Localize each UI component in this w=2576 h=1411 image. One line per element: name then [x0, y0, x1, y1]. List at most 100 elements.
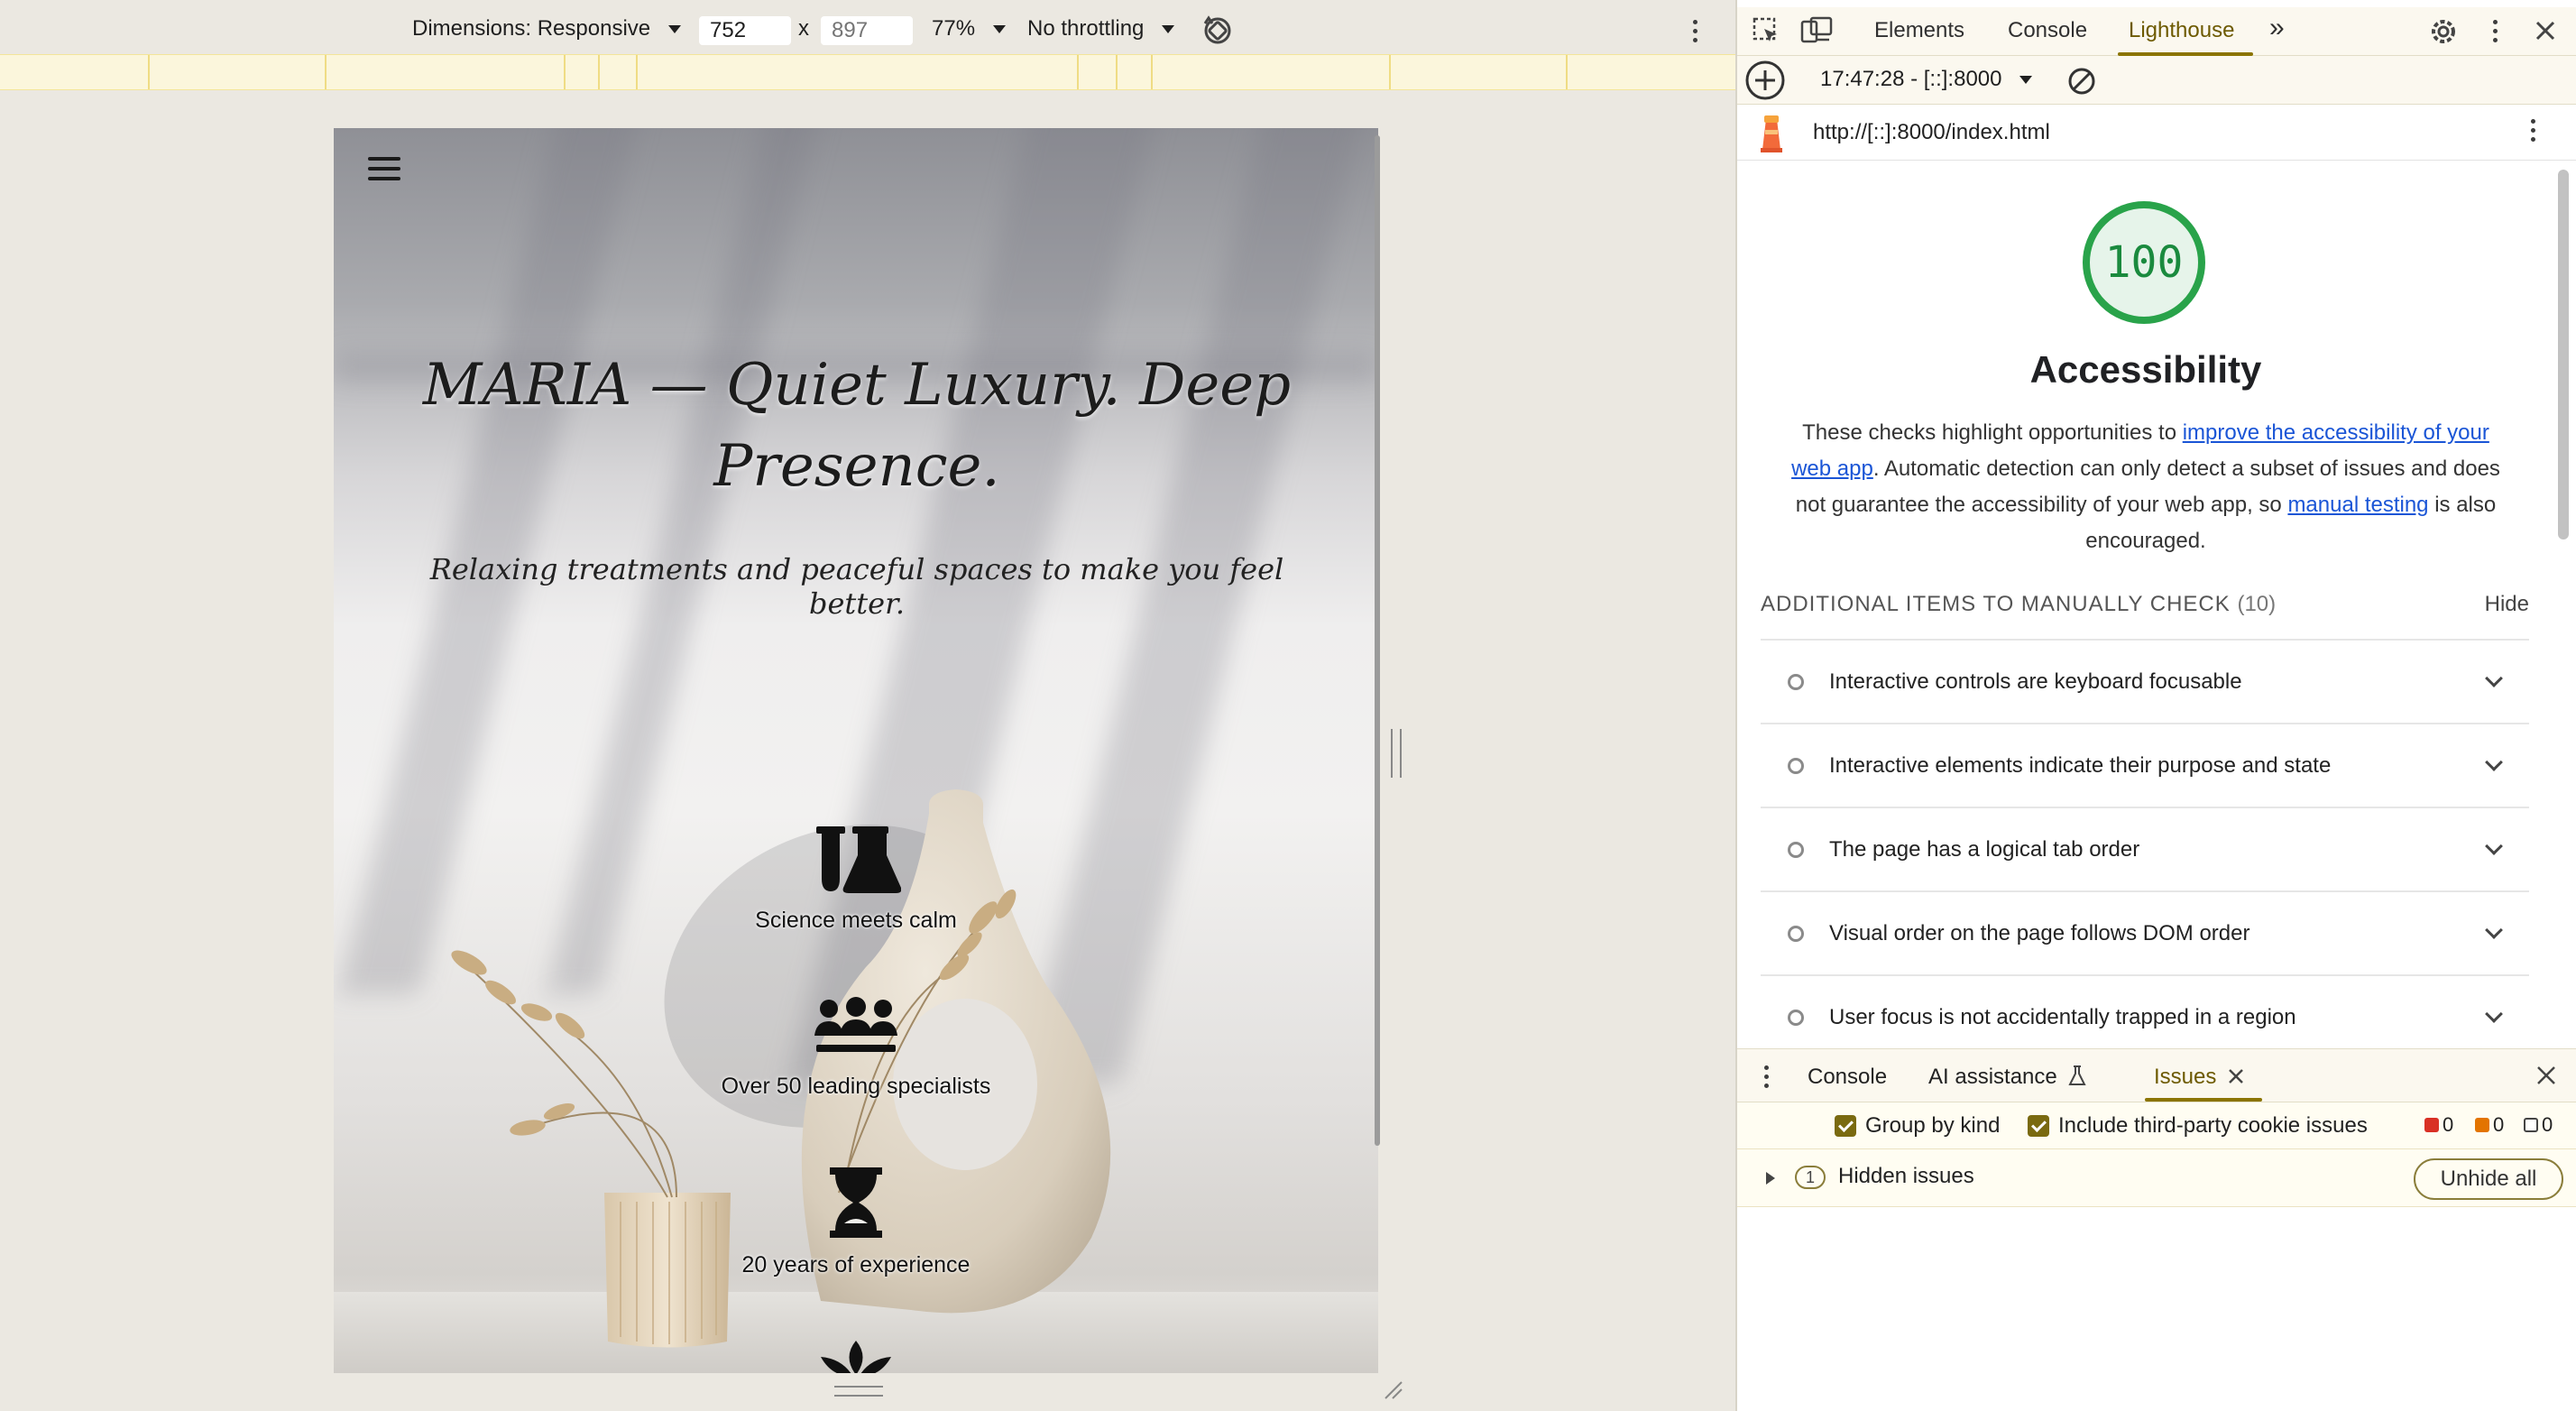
- third-party-label: Include third-party cookie issues: [2058, 1113, 2368, 1138]
- status-circle-icon: [1788, 757, 1804, 774]
- manual-heading-text: ADDITIONAL ITEMS TO MANUALLY CHECK: [1761, 592, 2231, 616]
- score-value: 100: [2104, 237, 2184, 288]
- throttling-dropdown[interactable]: No throttling: [1027, 16, 1175, 42]
- chevron-down-icon: [2485, 836, 2503, 855]
- chevron-down-icon: [2485, 752, 2503, 771]
- new-report-icon[interactable]: [1744, 60, 1786, 106]
- report-selector-dropdown[interactable]: 17:47:28 - [::]:8000: [1820, 67, 2033, 92]
- resize-handle-corner[interactable]: [1382, 1379, 1403, 1400]
- close-drawer-icon[interactable]: [2536, 1065, 2556, 1090]
- page-scrollbar[interactable]: [1375, 135, 1380, 1146]
- unhide-all-button[interactable]: Unhide all: [2414, 1158, 2563, 1200]
- drawer-more-icon[interactable]: [1764, 1065, 1770, 1088]
- chevron-down-icon: [668, 24, 682, 33]
- audit-title: Interactive controls are keyboard focusa…: [1829, 669, 2242, 694]
- report-scrollbar[interactable]: [2558, 170, 2569, 540]
- category-description: These checks highlight opportunities to …: [1782, 415, 2509, 559]
- media-query-ruler: [0, 54, 1735, 90]
- more-tabs-icon[interactable]: »: [2269, 13, 2285, 43]
- width-input[interactable]: [699, 16, 791, 45]
- audit-title: User focus is not accidentally trapped i…: [1829, 1004, 2296, 1029]
- audit-title: The page has a logical tab order: [1829, 836, 2140, 862]
- issues-label: Issues: [2154, 1065, 2217, 1089]
- score-gauge: 100: [2080, 198, 2208, 327]
- clear-reports-icon[interactable]: [2067, 67, 2096, 100]
- hidden-issues-count: 1: [1795, 1166, 1826, 1189]
- manual-testing-link[interactable]: manual testing: [2287, 493, 2428, 517]
- feature-label: Science meets calm: [755, 908, 957, 933]
- ai-assistance-label: AI assistance: [1928, 1065, 2057, 1089]
- people-icon: [814, 997, 897, 1052]
- dimensions-dropdown[interactable]: Dimensions: Responsive: [412, 16, 682, 42]
- warning-count-value: 0: [2493, 1113, 2505, 1136]
- height-input[interactable]: [821, 16, 913, 45]
- hero-title: MARIA — Quiet Luxury. Deep Presence.: [422, 352, 1292, 500]
- tab-elements[interactable]: Elements: [1874, 18, 1964, 43]
- rotate-icon[interactable]: [1201, 14, 1234, 53]
- report-url: http://[::]:8000/index.html: [1813, 120, 2050, 144]
- lighthouse-report: 100 Accessibility These checks highlight…: [1737, 161, 2554, 1048]
- feature-label: Over 50 leading specialists: [721, 1074, 991, 1099]
- chevron-down-icon: [2485, 669, 2503, 687]
- audit-item[interactable]: Interactive controls are keyboard focusa…: [1761, 639, 2529, 723]
- flask-experiment-icon: [2068, 1065, 2087, 1085]
- status-circle-icon: [1788, 925, 1804, 942]
- dimensions-label: Dimensions: Responsive: [412, 16, 651, 41]
- group-by-kind-checkbox[interactable]: [1835, 1115, 1856, 1137]
- expand-triangle-icon[interactable]: [1764, 1171, 1777, 1185]
- description-text: These checks highlight opportunities to: [1802, 420, 2183, 445]
- error-count: 0: [2424, 1113, 2453, 1137]
- close-tab-icon[interactable]: [2228, 1068, 2244, 1084]
- tab-lighthouse[interactable]: Lighthouse: [2129, 18, 2234, 43]
- hidden-issues-label: Hidden issues: [1838, 1164, 1974, 1188]
- device-toolbar-more-icon[interactable]: [1693, 20, 1698, 42]
- feature-item: Science meets calm: [630, 823, 1081, 934]
- warning-icon: [2475, 1118, 2489, 1132]
- info-count: 0: [2524, 1113, 2553, 1137]
- resize-handle-right[interactable]: [1391, 729, 1402, 778]
- device-toggle-icon[interactable]: [1800, 16, 1833, 50]
- hero-section: MARIA — Quiet Luxury. Deep Presence. Rel…: [334, 128, 1378, 1373]
- lighthouse-url-bar: http://[::]:8000/index.html: [1737, 105, 2576, 161]
- emulated-page-viewport[interactable]: MARIA — Quiet Luxury. Deep Presence. Rel…: [334, 128, 1378, 1373]
- throttling-label: No throttling: [1027, 16, 1145, 41]
- audit-item[interactable]: Visual order on the page follows DOM ord…: [1761, 890, 2529, 974]
- hide-manual-checks-button[interactable]: Hide: [2485, 592, 2529, 617]
- feature-item: Over 50 leading specialists: [630, 996, 1081, 1100]
- screen: Dimensions: Responsive x 77% No throttli…: [0, 0, 2576, 1411]
- devtools-more-icon[interactable]: [2493, 20, 2498, 42]
- hidden-issues-row[interactable]: 1 Hidden issues Unhide all: [1737, 1149, 2576, 1207]
- chevron-down-icon: [2485, 1004, 2503, 1023]
- inspect-element-icon[interactable]: [1752, 16, 1780, 50]
- status-circle-icon: [1788, 841, 1804, 858]
- zoom-dropdown[interactable]: 77%: [932, 16, 1007, 42]
- drawer-tab-ai-assistance[interactable]: AI assistance: [1928, 1065, 2087, 1090]
- issues-toolbar: Group by kind Include third-party cookie…: [1737, 1102, 2576, 1149]
- settings-gear-icon[interactable]: [2428, 16, 2459, 51]
- manual-checks-header: ADDITIONAL ITEMS TO MANUALLY CHECK (10) …: [1761, 592, 2529, 617]
- feature-item: [630, 1339, 1081, 1373]
- tab-console[interactable]: Console: [2008, 18, 2087, 43]
- close-devtools-icon[interactable]: [2535, 20, 2556, 46]
- audit-item[interactable]: The page has a logical tab order: [1761, 807, 2529, 890]
- report-more-icon[interactable]: [2531, 119, 2536, 142]
- feature-label: 20 years of experience: [741, 1252, 971, 1277]
- hamburger-menu-icon[interactable]: [368, 157, 400, 180]
- drawer-tab-console[interactable]: Console: [1808, 1065, 1887, 1090]
- lighthouse-logo-icon: [1757, 114, 1786, 158]
- manual-count: (10): [2237, 592, 2277, 616]
- feature-item: 20 years of experience: [630, 1166, 1081, 1278]
- chevron-down-icon: [2485, 920, 2503, 939]
- audit-item[interactable]: User focus is not accidentally trapped i…: [1761, 974, 2529, 1048]
- audit-item[interactable]: Interactive elements indicate their purp…: [1761, 723, 2529, 807]
- third-party-checkbox[interactable]: [2028, 1115, 2049, 1137]
- group-by-kind-label: Group by kind: [1865, 1113, 2001, 1138]
- error-count-value: 0: [2443, 1113, 2454, 1136]
- active-drawer-tab-indicator: [2145, 1098, 2262, 1102]
- drawer-tab-issues[interactable]: Issues: [2154, 1065, 2244, 1090]
- drawer-tabbar: Console AI assistance Issues: [1737, 1048, 2576, 1102]
- resize-handle-bottom[interactable]: [834, 1386, 883, 1397]
- hero-subtitle: Relaxing treatments and peaceful spaces …: [429, 552, 1284, 621]
- info-count-value: 0: [2542, 1113, 2553, 1136]
- error-icon: [2424, 1118, 2439, 1132]
